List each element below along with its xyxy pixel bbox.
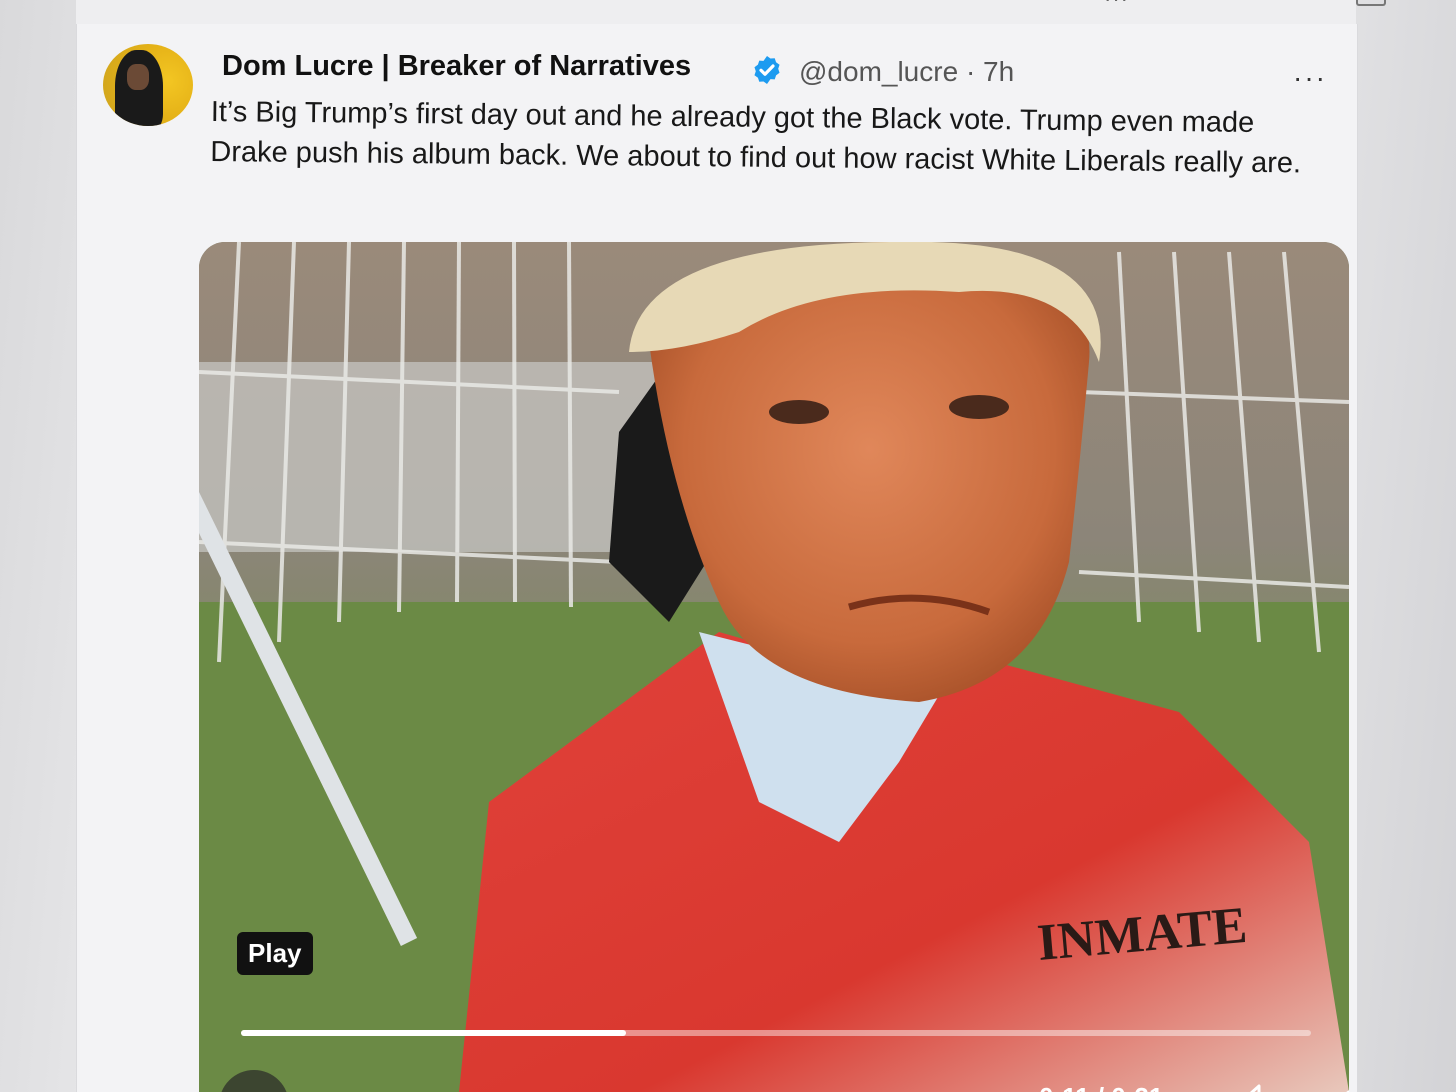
video-progress-fill (241, 1030, 627, 1036)
video-frame: INMATE (199, 242, 1349, 1092)
previous-tweet-footer: ··· (76, 0, 1386, 25)
avatar[interactable] (103, 44, 193, 126)
timestamp[interactable]: · 7h (966, 56, 1014, 87)
gear-icon[interactable] (1337, 1084, 1349, 1092)
tweet-handle-time[interactable]: @dom_lucre · 7h (799, 56, 1014, 88)
handle[interactable]: @dom_lucre (799, 56, 958, 87)
volume-icon[interactable] (1241, 1084, 1275, 1092)
video-progress-bar[interactable] (241, 1030, 1311, 1036)
display-name[interactable]: Dom Lucre | Breaker of Narratives (222, 50, 691, 83)
video-controls: 0:11 / 0:21 (199, 1050, 1349, 1092)
bookmark-icon[interactable] (1356, 0, 1386, 6)
right-eye (949, 395, 1009, 419)
screen: ··· Dom Lucre | Breaker of Narratives @d… (0, 0, 1456, 1092)
left-eye (769, 400, 829, 424)
more-icon[interactable]: ··· (1104, 0, 1129, 12)
more-icon[interactable]: ··· (1293, 62, 1327, 94)
avatar-face (127, 64, 149, 90)
tweet-text: It’s Big Trump’s first day out and he al… (210, 95, 1302, 180)
verified-badge-icon (754, 56, 780, 84)
play-badge[interactable]: Play (237, 932, 313, 975)
video-player[interactable]: INMATE Play 0:11 / 0:21 (199, 242, 1349, 1092)
play-icon[interactable] (219, 1070, 289, 1092)
time-readout: 0:11 / 0:21 (1039, 1082, 1163, 1092)
tweet-card[interactable]: Dom Lucre | Breaker of Narratives @dom_l… (76, 24, 1358, 1092)
